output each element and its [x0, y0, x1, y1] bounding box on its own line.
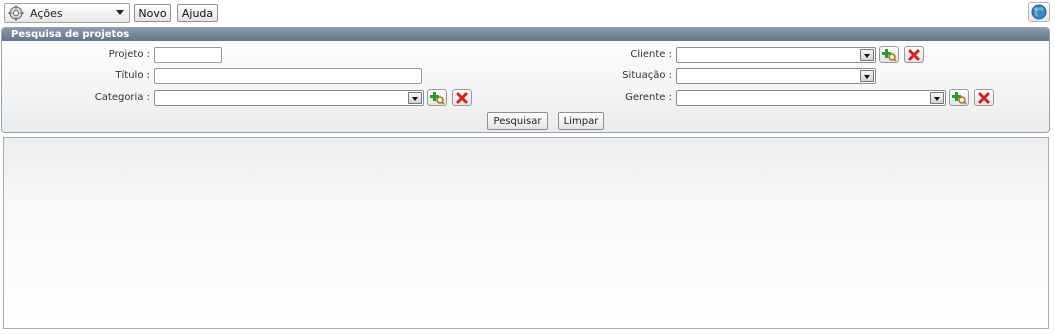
remove-x-icon: [908, 49, 920, 60]
toolbar: Ações Novo Ajuda: [0, 0, 1055, 26]
cliente-label: Cliente :: [630, 49, 672, 60]
cliente-add-button[interactable]: [879, 46, 899, 63]
new-button[interactable]: Novo: [134, 4, 171, 22]
situacao-label: Situação :: [622, 70, 672, 81]
dropdown-arrow-icon[interactable]: [860, 49, 874, 61]
situacao-select[interactable]: [676, 68, 876, 84]
chevron-down-icon: [116, 10, 124, 15]
clear-button[interactable]: Limpar: [558, 112, 604, 130]
panel-title: Pesquisa de projetos: [2, 28, 1049, 41]
titulo-input[interactable]: [154, 68, 422, 84]
cliente-select[interactable]: [676, 47, 876, 63]
dropdown-arrow-icon[interactable]: [860, 70, 874, 82]
search-button[interactable]: Pesquisar: [487, 112, 548, 130]
gerente-clear-button[interactable]: [974, 89, 994, 106]
add-search-icon: [882, 48, 897, 62]
results-area: [3, 137, 1049, 329]
actions-dropdown[interactable]: Ações: [4, 3, 130, 23]
categoria-clear-button[interactable]: [452, 89, 472, 106]
search-panel: Pesquisa de projetos Projeto : Título : …: [1, 27, 1050, 133]
remove-x-icon: [456, 92, 468, 103]
titulo-label: Título :: [115, 70, 150, 81]
categoria-label: Categoria :: [94, 92, 150, 103]
dropdown-arrow-icon[interactable]: [930, 92, 944, 104]
globe-icon[interactable]: [1028, 2, 1050, 22]
gerente-label: Gerente :: [625, 92, 672, 103]
gear-icon: [8, 5, 24, 21]
projeto-label: Projeto :: [108, 49, 150, 60]
remove-x-icon: [978, 92, 990, 103]
add-search-icon: [952, 91, 967, 105]
categoria-add-button[interactable]: [427, 89, 447, 106]
gerente-select[interactable]: [676, 90, 946, 106]
categoria-select[interactable]: [154, 90, 424, 106]
add-search-icon: [430, 91, 445, 105]
actions-label: Ações: [30, 6, 63, 20]
gerente-add-button[interactable]: [949, 89, 969, 106]
cliente-clear-button[interactable]: [904, 46, 924, 63]
projeto-input[interactable]: [154, 47, 222, 63]
help-button[interactable]: Ajuda: [177, 4, 218, 22]
dropdown-arrow-icon[interactable]: [408, 92, 422, 104]
